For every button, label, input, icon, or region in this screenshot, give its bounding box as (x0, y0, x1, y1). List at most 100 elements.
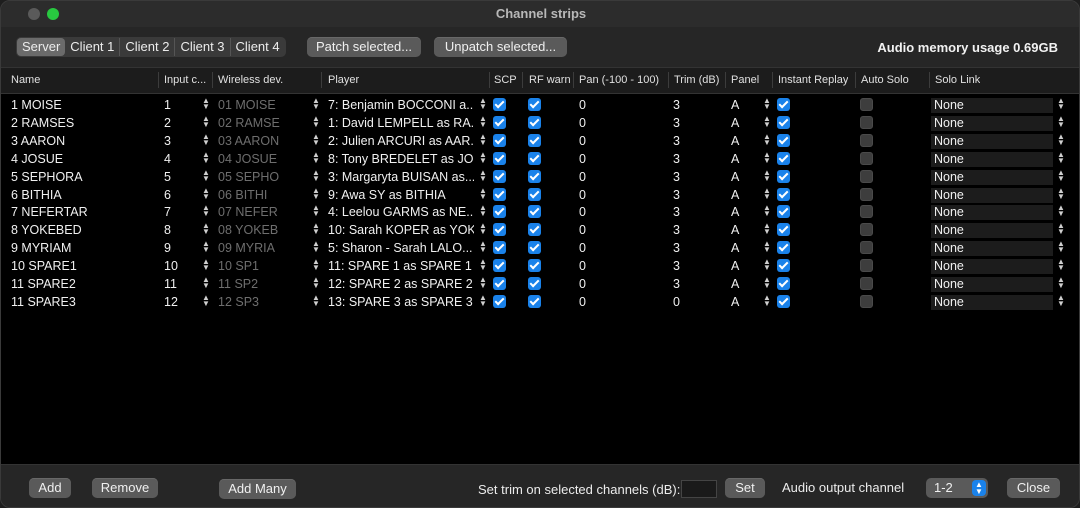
column-header-pan[interactable]: Pan (-100 - 100) (579, 74, 659, 86)
solo-link-select[interactable]: None (931, 205, 1053, 221)
wireless-device-stepper[interactable]: ▲ ▼ (312, 258, 320, 273)
auto-solo-checkbox[interactable] (860, 277, 873, 290)
solo-link-select[interactable]: None (931, 241, 1053, 257)
audio-output-channel-select[interactable]: 1-2 ▲ ▼ (926, 478, 988, 498)
solo-link-select[interactable]: None (931, 223, 1053, 239)
solo-link-stepper[interactable]: ▲ ▼ (1057, 240, 1065, 255)
solo-link-stepper[interactable]: ▲ ▼ (1057, 186, 1065, 202)
scp-checkbox[interactable] (493, 241, 506, 255)
add-button[interactable]: Add (29, 478, 71, 498)
column-header-panel[interactable]: Panel (731, 74, 759, 86)
input-channel-stepper[interactable]: ▲ ▼ (202, 132, 210, 148)
segment-client-2[interactable]: Client 2 (120, 38, 176, 56)
scp-checkbox[interactable] (493, 277, 506, 290)
solo-link-stepper[interactable]: ▲ ▼ (1057, 222, 1065, 237)
solo-link-select[interactable]: None (931, 151, 1053, 167)
player-stepper[interactable]: ▲ ▼ (479, 276, 487, 291)
instant-replay-checkbox[interactable] (777, 205, 790, 219)
input-channel-stepper[interactable]: ▲ ▼ (202, 168, 210, 184)
player-stepper[interactable]: ▲ ▼ (479, 114, 487, 130)
scp-checkbox[interactable] (493, 205, 506, 219)
table-row[interactable]: 8 YOKEBED 8 ▲ ▼ 08 YOKEB ▲ ▼ 10: Sarah KOPER as… (1, 221, 1079, 239)
solo-link-select[interactable]: None (931, 115, 1053, 131)
close-button[interactable]: Close (1007, 478, 1060, 498)
panel-stepper[interactable]: ▲ ▼ (763, 222, 771, 237)
input-channel-stepper[interactable]: ▲ ▼ (202, 114, 210, 130)
instant-replay-checkbox[interactable] (777, 151, 790, 165)
player-stepper[interactable]: ▲ ▼ (479, 132, 487, 148)
rf-warn-checkbox[interactable] (528, 205, 541, 219)
column-header-trim[interactable]: Trim (dB) (674, 74, 719, 86)
solo-link-select[interactable]: None (931, 277, 1053, 292)
column-header-solo-link[interactable]: Solo Link (935, 74, 980, 86)
input-channel-stepper[interactable]: ▲ ▼ (202, 240, 210, 255)
input-channel-stepper[interactable]: ▲ ▼ (202, 204, 210, 219)
rf-warn-checkbox[interactable] (528, 151, 541, 165)
rf-warn-checkbox[interactable] (528, 277, 541, 290)
solo-link-stepper[interactable]: ▲ ▼ (1057, 293, 1065, 309)
scp-checkbox[interactable] (493, 169, 506, 183)
set-trim-button[interactable]: Set (725, 478, 765, 498)
instant-replay-checkbox[interactable] (777, 259, 790, 273)
table-row[interactable]: 1 MOISE 1 ▲ ▼ 01 MOISE ▲ ▼ 7: Benjamin BOCCONI … (1, 96, 1079, 114)
wireless-device-stepper[interactable]: ▲ ▼ (312, 222, 320, 237)
scp-checkbox[interactable] (493, 151, 506, 165)
wireless-device-stepper[interactable]: ▲ ▼ (312, 150, 320, 166)
rf-warn-checkbox[interactable] (528, 294, 541, 308)
player-stepper[interactable]: ▲ ▼ (479, 150, 487, 166)
table-row[interactable]: 6 BITHIA 6 ▲ ▼ 06 BITHI ▲ ▼ 9: Awa SY as BITHIA… (1, 186, 1079, 204)
table-row[interactable]: 4 JOSUE 4 ▲ ▼ 04 JOSUE ▲ ▼ 8: Tony BREDELET as … (1, 150, 1079, 168)
solo-link-select[interactable]: None (931, 98, 1053, 113)
add-many-button[interactable]: Add Many (219, 479, 296, 499)
column-header-rf-warn[interactable]: RF warn (529, 74, 571, 86)
table-row[interactable]: 11 SPARE2 11 ▲ ▼ 11 SP2 ▲ ▼ 12: SPARE 2 as SPAR… (1, 275, 1079, 293)
player-stepper[interactable]: ▲ ▼ (479, 97, 487, 112)
panel-stepper[interactable]: ▲ ▼ (763, 258, 771, 273)
solo-link-stepper[interactable]: ▲ ▼ (1057, 276, 1065, 291)
column-header-input[interactable]: Input c... (164, 74, 210, 86)
panel-stepper[interactable]: ▲ ▼ (763, 114, 771, 130)
solo-link-select[interactable]: None (931, 169, 1053, 185)
wireless-device-stepper[interactable]: ▲ ▼ (312, 276, 320, 291)
panel-stepper[interactable]: ▲ ▼ (763, 240, 771, 255)
input-channel-stepper[interactable]: ▲ ▼ (202, 293, 210, 309)
wireless-device-stepper[interactable]: ▲ ▼ (312, 97, 320, 112)
trim-value-input[interactable] (681, 480, 717, 498)
solo-link-select[interactable]: None (931, 294, 1053, 310)
wireless-device-stepper[interactable]: ▲ ▼ (312, 186, 320, 202)
column-header-player[interactable]: Player (328, 74, 359, 86)
panel-stepper[interactable]: ▲ ▼ (763, 168, 771, 184)
player-stepper[interactable]: ▲ ▼ (479, 258, 487, 273)
rf-warn-checkbox[interactable] (528, 223, 541, 237)
scp-checkbox[interactable] (493, 259, 506, 273)
column-header-wireless[interactable]: Wireless dev. (218, 74, 283, 86)
instant-replay-checkbox[interactable] (777, 277, 790, 290)
player-stepper[interactable]: ▲ ▼ (479, 222, 487, 237)
input-channel-stepper[interactable]: ▲ ▼ (202, 276, 210, 291)
scp-checkbox[interactable] (493, 133, 506, 147)
panel-stepper[interactable]: ▲ ▼ (763, 132, 771, 148)
player-stepper[interactable]: ▲ ▼ (479, 204, 487, 219)
instant-replay-checkbox[interactable] (777, 133, 790, 147)
panel-stepper[interactable]: ▲ ▼ (763, 293, 771, 309)
scp-checkbox[interactable] (493, 115, 506, 129)
table-row[interactable]: 2 RAMSES 2 ▲ ▼ 02 RAMSE ▲ ▼ 1: David LEMPELL as… (1, 114, 1079, 132)
solo-link-stepper[interactable]: ▲ ▼ (1057, 150, 1065, 166)
auto-solo-checkbox[interactable] (860, 223, 873, 237)
column-header-scp[interactable]: SCP (494, 74, 517, 86)
panel-stepper[interactable]: ▲ ▼ (763, 186, 771, 202)
table-row[interactable]: 7 NEFERTAR 7 ▲ ▼ 07 NEFER ▲ ▼ 4: Leelou GARMS a… (1, 203, 1079, 221)
segment-server[interactable]: Server (17, 38, 66, 56)
instant-replay-checkbox[interactable] (777, 187, 790, 201)
auto-solo-checkbox[interactable] (860, 187, 873, 201)
panel-stepper[interactable]: ▲ ▼ (763, 150, 771, 166)
player-stepper[interactable]: ▲ ▼ (479, 186, 487, 202)
instant-replay-checkbox[interactable] (777, 115, 790, 129)
wireless-device-stepper[interactable]: ▲ ▼ (312, 293, 320, 309)
auto-solo-checkbox[interactable] (860, 151, 873, 165)
table-row[interactable]: 10 SPARE1 10 ▲ ▼ 10 SP1 ▲ ▼ 11: SPARE 1 as SPAR… (1, 257, 1079, 275)
rf-warn-checkbox[interactable] (528, 241, 541, 255)
remove-button[interactable]: Remove (92, 478, 158, 498)
wireless-device-stepper[interactable]: ▲ ▼ (312, 114, 320, 130)
segment-client-3[interactable]: Client 3 (175, 38, 231, 56)
